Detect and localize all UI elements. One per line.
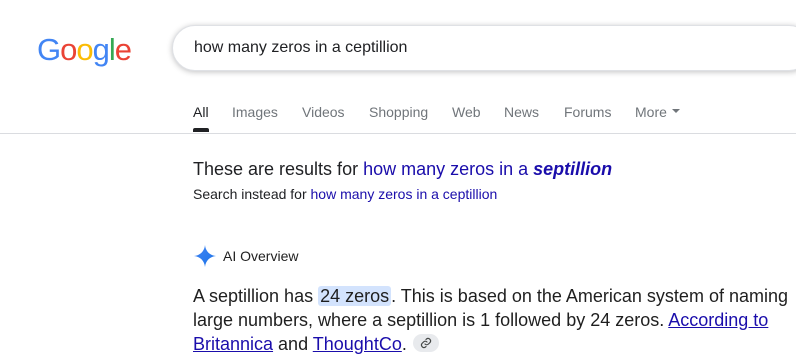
ai-highlight: 24 zeros: [318, 286, 392, 306]
tab-forums[interactable]: Forums: [564, 100, 611, 124]
ai-text: and: [273, 334, 313, 354]
tab-shopping[interactable]: Shopping: [369, 100, 428, 124]
tab-more[interactable]: More: [635, 100, 680, 124]
corrected-query-link[interactable]: how many zeros in a septillion: [363, 159, 612, 179]
ai-overview-body: A septillion has 24 zeros. This is based…: [193, 284, 793, 356]
source-link-chip[interactable]: [412, 334, 439, 353]
correction-prefix: These are results for: [193, 159, 364, 179]
link-icon: [420, 338, 431, 349]
active-tab-indicator: [193, 128, 209, 132]
logo-letter: o: [76, 32, 93, 67]
tabs-divider: [0, 133, 796, 134]
ai-overview-title: AI Overview: [223, 248, 299, 264]
logo-letter: o: [60, 32, 77, 67]
ai-text: A septillion has: [193, 286, 319, 306]
corrected-query-plain: how many zeros in a: [363, 159, 534, 179]
spelling-correction: These are results for how many zeros in …: [193, 157, 612, 181]
tab-more-label: More: [635, 104, 667, 120]
google-logo[interactable]: Google: [37, 30, 132, 70]
search-results-page: Google All Images Videos Shopping Web Ne…: [0, 0, 796, 364]
original-query-link[interactable]: how many zeros in a ceptillion: [311, 186, 498, 202]
ai-overview-header: AI Overview: [193, 244, 298, 268]
logo-letter: G: [37, 32, 61, 67]
ai-text: .: [401, 334, 407, 354]
tab-news[interactable]: News: [504, 100, 539, 124]
search-box[interactable]: [172, 25, 796, 71]
sparkle-icon: [194, 245, 216, 267]
search-instead-prefix: Search instead for: [193, 186, 311, 202]
search-input[interactable]: [194, 26, 754, 70]
search-instead: Search instead for how many zeros in a c…: [193, 184, 497, 204]
logo-letter: g: [92, 32, 110, 67]
logo-letter: e: [114, 32, 132, 67]
tab-all[interactable]: All: [193, 100, 209, 124]
thoughtco-link[interactable]: ThoughtCo: [313, 334, 402, 354]
tab-videos[interactable]: Videos: [302, 100, 345, 124]
caret-down-icon: [671, 109, 680, 114]
tab-web[interactable]: Web: [452, 100, 481, 124]
tab-images[interactable]: Images: [232, 100, 278, 124]
corrected-query-bold: septillion: [533, 159, 613, 179]
